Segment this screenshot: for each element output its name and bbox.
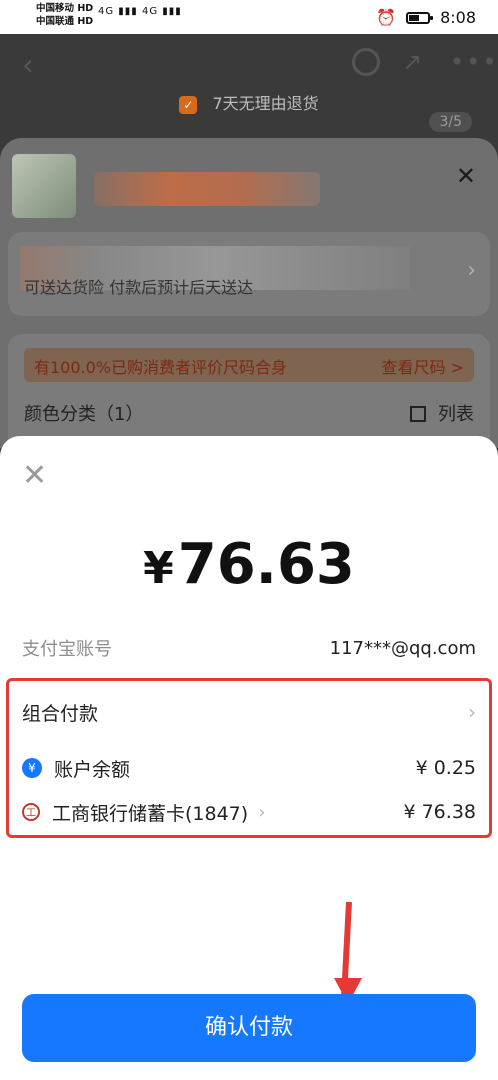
chevron-right-icon: › bbox=[468, 700, 476, 724]
confirm-payment-button[interactable]: 确认付款 bbox=[22, 994, 476, 1062]
close-icon[interactable]: ✕ bbox=[22, 458, 47, 493]
shield-icon: ✓ bbox=[179, 95, 198, 114]
search-icon[interactable] bbox=[352, 48, 380, 76]
list-toggle-button[interactable]: 列表 bbox=[410, 400, 474, 426]
address-tip: 可送达货险 付款后预计后天送达 bbox=[24, 278, 254, 297]
share-icon[interactable]: ↗ bbox=[402, 48, 422, 76]
yuan-icon: ¥ bbox=[22, 758, 42, 778]
bank-card-label: 工商银行储蓄卡(1847) bbox=[52, 802, 249, 825]
status-right: ⏰ 8:08 bbox=[376, 8, 476, 27]
battery-icon bbox=[406, 11, 434, 24]
size-tip-bar[interactable]: 有100.0%已购消费者评价尺码合身 查看尺码 > bbox=[24, 348, 474, 382]
status-time: 8:08 bbox=[440, 8, 476, 27]
balance-amount: ¥ 0.25 bbox=[415, 757, 476, 779]
chevron-right-icon: › bbox=[258, 801, 266, 823]
more-icon[interactable]: ••• bbox=[450, 48, 498, 76]
list-icon bbox=[410, 406, 427, 422]
product-thumbnail bbox=[12, 154, 76, 218]
chevron-right-icon: › bbox=[467, 258, 476, 283]
carrier-info: 中国移动 HD 中国联通 HD bbox=[36, 3, 94, 27]
payment-amount: ¥76.63 bbox=[0, 532, 498, 597]
account-label: 支付宝账号 bbox=[22, 639, 112, 660]
color-category-label: 颜色分类（1） bbox=[24, 404, 144, 425]
balance-row: ¥ 账户余额 ¥ 0.25 bbox=[22, 752, 476, 784]
balance-label: 账户余额 bbox=[54, 758, 131, 781]
signal-indicator: 4G ▮▮▮ 4G ▮▮▮ bbox=[98, 6, 182, 17]
return-badge: ✓ 7天无理由退货 bbox=[0, 90, 498, 114]
alipay-account-row: 支付宝账号 117***@qq.com bbox=[22, 634, 476, 662]
size-link[interactable]: 查看尺码 > bbox=[382, 354, 465, 378]
size-tip-text: 有100.0%已购消费者评价尺码合身 bbox=[34, 358, 288, 377]
close-icon[interactable]: ✕ bbox=[456, 162, 476, 190]
status-bar: 中国移动 HD 中国联通 HD 4G ▮▮▮ 4G ▮▮▮ ⏰ 8:08 bbox=[0, 0, 498, 34]
account-value: 117***@qq.com bbox=[329, 637, 476, 659]
bank-icon: 工 bbox=[22, 803, 40, 821]
sku-sheet: ✕ 可送达货险 付款后预计后天送达 › 有100.0%已购消费者评价尺码合身 查… bbox=[0, 138, 498, 464]
amount-value: 76.63 bbox=[177, 532, 355, 597]
back-icon[interactable]: ‹ bbox=[22, 48, 34, 83]
currency-symbol: ¥ bbox=[143, 543, 174, 594]
alarm-icon: ⏰ bbox=[376, 8, 397, 27]
blurred-price bbox=[94, 172, 320, 206]
image-pager: 3/5 bbox=[429, 112, 472, 132]
bank-amount: ¥ 76.38 bbox=[403, 801, 476, 823]
combo-payment-row[interactable]: 组合付款 › bbox=[22, 696, 476, 728]
address-card[interactable]: 可送达货险 付款后预计后天送达 › bbox=[8, 232, 490, 316]
bank-card-row[interactable]: 工 工商银行储蓄卡(1847) › ¥ 76.38 bbox=[22, 796, 476, 828]
combo-payment-label: 组合付款 bbox=[22, 702, 99, 725]
payment-modal: ✕ ¥76.63 支付宝账号 117***@qq.com 组合付款 › ¥ 账户… bbox=[0, 436, 498, 1080]
